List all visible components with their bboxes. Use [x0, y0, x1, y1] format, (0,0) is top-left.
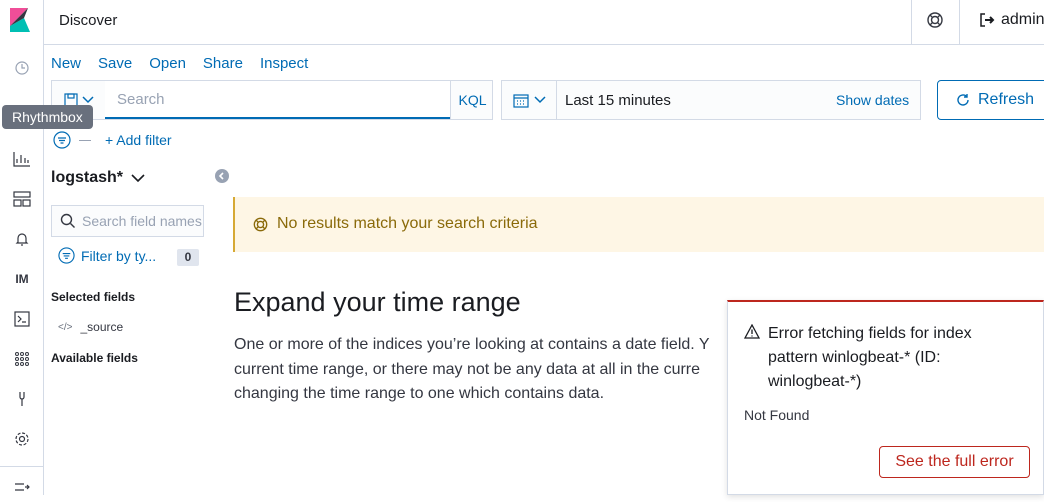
menu-share[interactable]: Share: [203, 55, 243, 72]
collapse-sidebar-icon[interactable]: [215, 169, 229, 183]
left-nav: IM: [0, 0, 44, 495]
toast-title: Error fetching fields for index pattern …: [768, 325, 972, 390]
filter-icon: [58, 247, 75, 264]
chevron-down-icon: [131, 173, 145, 182]
type-filter-count-badge: 0: [177, 249, 199, 266]
index-pattern-selector[interactable]: logstash*: [51, 169, 145, 187]
top-menu: New Save Open Share Inspect: [51, 55, 308, 72]
index-pattern-name: logstash*: [51, 169, 124, 186]
field-name: _source: [80, 320, 124, 334]
dashboard-icon[interactable]: [0, 184, 44, 214]
infrastructure-metrics-icon[interactable]: IM: [0, 264, 44, 294]
alerts-bell-icon[interactable]: [0, 224, 44, 254]
recent-clock-icon[interactable]: [0, 53, 44, 83]
filter-by-type-button[interactable]: Filter by ty...: [58, 247, 156, 264]
no-results-callout: No results match your search criteria: [233, 197, 1044, 252]
time-range-label[interactable]: Last 15 minutes: [565, 92, 671, 109]
query-bar: Search KQL: [51, 80, 493, 120]
kibana-logo[interactable]: [0, 0, 44, 44]
filter-divider: [79, 139, 91, 141]
chevron-down-icon: [82, 96, 94, 104]
user-name: admin: [1001, 11, 1044, 28]
filter-row: + Add filter: [53, 130, 172, 150]
add-filter-button[interactable]: + Add filter: [105, 132, 172, 148]
dev-tools-console-icon[interactable]: [0, 304, 44, 334]
menu-inspect[interactable]: Inspect: [260, 55, 308, 72]
show-dates-link[interactable]: Show dates: [836, 92, 909, 108]
management-gear-icon[interactable]: [0, 424, 44, 454]
menu-open[interactable]: Open: [149, 55, 186, 72]
nav-divider: [0, 466, 44, 467]
visualize-icon[interactable]: [0, 144, 44, 174]
help-lifebuoy-icon: [253, 217, 268, 232]
monitoring-icon[interactable]: [0, 384, 44, 414]
chevron-down-icon: [533, 96, 546, 104]
quick-menu-button[interactable]: [502, 81, 557, 119]
calendar-icon: [512, 93, 529, 108]
page-title: Discover: [59, 12, 118, 29]
filter-options-icon[interactable]: [53, 131, 71, 149]
available-fields-heading: Available fields: [51, 351, 138, 365]
error-toast: Error fetching fields for index pattern …: [727, 300, 1044, 495]
collapse-nav-icon[interactable]: [0, 472, 44, 502]
logout-icon: [980, 13, 995, 27]
refresh-label: Refresh: [978, 91, 1035, 108]
refresh-button[interactable]: Refresh: [937, 80, 1044, 120]
search-input[interactable]: Search: [105, 81, 450, 119]
refresh-icon: [957, 94, 969, 106]
date-picker: Last 15 minutes Show dates: [501, 80, 921, 120]
header-divider: [911, 0, 912, 45]
menu-save[interactable]: Save: [98, 55, 132, 72]
field-search-placeholder: Search field names: [82, 213, 202, 229]
kql-toggle[interactable]: KQL: [450, 81, 494, 119]
user-menu[interactable]: admin: [979, 11, 1044, 29]
field-search-input[interactable]: Search field names: [51, 205, 204, 237]
nav-tooltip: Rhythmbox: [2, 105, 93, 129]
help-lifebuoy-icon[interactable]: [924, 9, 946, 31]
expand-time-range-heading: Expand your time range: [234, 287, 521, 317]
filter-by-type-label: Filter by ty...: [81, 247, 157, 264]
selected-fields-heading: Selected fields: [51, 290, 136, 304]
see-full-error-button[interactable]: See the full error: [879, 446, 1030, 478]
warning-icon: [744, 324, 760, 339]
menu-new[interactable]: New: [51, 55, 81, 72]
apps-grid-icon[interactable]: [0, 344, 44, 374]
toast-body: Not Found: [744, 407, 810, 423]
expand-time-range-text: One or more of the indices you’re lookin…: [234, 336, 710, 402]
field-item-source[interactable]: </> _source: [58, 320, 123, 334]
top-header: Discover admin: [44, 0, 1044, 45]
search-icon: [60, 213, 75, 228]
header-divider: [959, 0, 960, 45]
callout-message: No results match your search criteria: [277, 215, 538, 232]
code-field-type-icon: </>: [58, 321, 73, 333]
